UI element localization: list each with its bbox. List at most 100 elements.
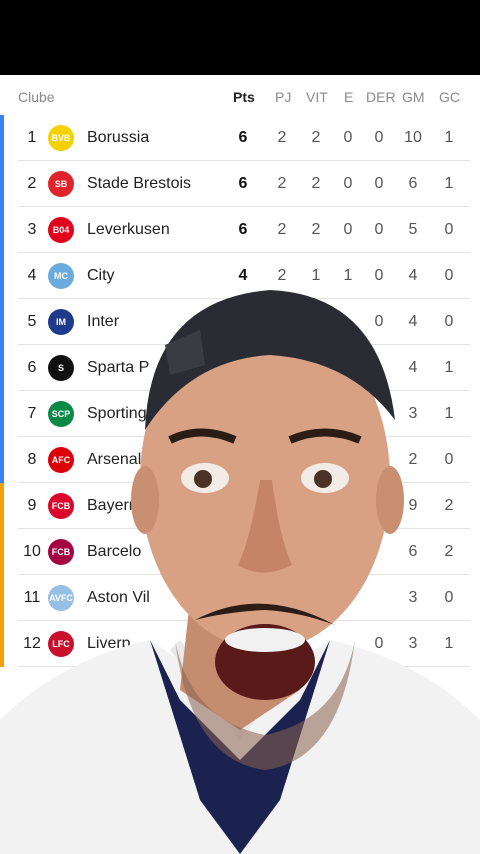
stat-gm: 3 <box>408 405 418 422</box>
qualification-bar <box>0 299 4 345</box>
row-divider <box>18 666 470 667</box>
row-position: 3 <box>27 221 37 238</box>
qualification-bar <box>0 391 4 437</box>
qualification-bar <box>0 575 4 621</box>
row-position: 10 <box>23 543 41 560</box>
table-row[interactable]: 7 SCP Sporting 3 1 <box>0 391 480 437</box>
club-crest-icon: FCB <box>48 493 74 519</box>
club-name: Sparta P <box>87 359 150 376</box>
stat-gc: 1 <box>444 129 454 146</box>
club-name: Sporting <box>87 405 147 422</box>
stat-gc: 0 <box>444 589 454 606</box>
qualification-bar <box>0 161 4 207</box>
club-name: Aston Vil <box>87 589 150 606</box>
top-black-bar <box>0 0 480 75</box>
header-e: E <box>344 89 354 105</box>
qualification-bar <box>0 437 4 483</box>
stat-gc: 0 <box>444 221 454 238</box>
club-name: Liverp <box>87 635 131 652</box>
club-crest-icon: SB <box>48 171 74 197</box>
header-gc: GC <box>439 89 460 105</box>
stat-vit: 2 <box>311 221 321 238</box>
club-name: Arsenal <box>87 451 142 468</box>
stat-gm: 5 <box>408 221 418 238</box>
row-position: 5 <box>27 313 37 330</box>
row-position: 2 <box>27 175 37 192</box>
club-name: Stade Brestois <box>87 175 192 192</box>
stat-pts: 6 <box>238 221 248 238</box>
stat-pj: 2 <box>277 175 287 192</box>
table-row[interactable]: 5 IM Inter 0 4 0 <box>0 299 480 345</box>
table-row[interactable]: 1 BVB Borussia 6 2 2 0 0 10 1 <box>0 115 480 161</box>
stat-gc: 1 <box>444 405 454 422</box>
club-crest-icon: SCP <box>48 401 74 427</box>
header-pts: Pts <box>233 89 255 105</box>
header-gm: GM <box>402 89 425 105</box>
club-name: City <box>87 267 115 284</box>
row-position: 12 <box>23 635 41 652</box>
qualification-bar <box>0 345 4 391</box>
standings-table: Clube Pts PJ VIT E DER GM GC 1 BVB Borussi… <box>0 75 480 854</box>
qualification-bar <box>0 529 4 575</box>
stat-gm: 10 <box>404 129 422 146</box>
table-row[interactable]: 4 MC City 4 2 1 1 0 4 0 <box>0 253 480 299</box>
stat-der: 0 <box>374 129 384 146</box>
club-name: Borussia <box>87 129 150 146</box>
stat-vit: 1 <box>311 267 321 284</box>
qualification-bar <box>0 253 4 299</box>
stat-gm: 4 <box>408 313 418 330</box>
club-name: Bayern <box>87 497 138 514</box>
table-row[interactable]: 8 AFC Arsenal 2 0 <box>0 437 480 483</box>
stat-vit: 2 <box>311 175 321 192</box>
stat-der: 0 <box>374 635 384 652</box>
table-header: Clube Pts PJ VIT E DER GM GC <box>0 75 480 115</box>
club-crest-icon: AFC <box>48 447 74 473</box>
stat-pts: 4 <box>238 267 248 284</box>
stat-e: 0 <box>343 129 353 146</box>
row-position: 9 <box>27 497 37 514</box>
table-row[interactable]: 11 AVFC Aston Vil 3 0 <box>0 575 480 621</box>
stat-e: 1 <box>343 267 353 284</box>
table-row[interactable]: 6 S Sparta P 4 1 <box>0 345 480 391</box>
header-club: Clube <box>18 89 55 105</box>
qualification-bar <box>0 483 4 529</box>
stat-der: 0 <box>374 267 384 284</box>
stat-pj: 2 <box>277 129 287 146</box>
stat-der: 0 <box>374 221 384 238</box>
stat-gm: 4 <box>408 267 418 284</box>
stat-gm: 3 <box>408 589 418 606</box>
club-crest-icon: BVB <box>48 125 74 151</box>
stat-pts: 6 <box>238 129 248 146</box>
club-crest-icon: S <box>48 355 74 381</box>
row-position: 7 <box>27 405 37 422</box>
row-position: 6 <box>27 359 37 376</box>
stat-der: 0 <box>374 175 384 192</box>
stat-vit: 2 <box>311 129 321 146</box>
header-pj: PJ <box>275 89 292 105</box>
stat-e: 0 <box>343 221 353 238</box>
stat-gm: 4 <box>408 359 418 376</box>
stat-gc: 1 <box>444 175 454 192</box>
row-position: 1 <box>27 129 37 146</box>
table-row[interactable]: 3 B04 Leverkusen 6 2 2 0 0 5 0 <box>0 207 480 253</box>
club-crest-icon: IM <box>48 309 74 335</box>
club-crest-icon: FCB <box>48 539 74 565</box>
qualification-bar <box>0 115 4 161</box>
table-row[interactable]: 9 FCB Bayern 9 2 <box>0 483 480 529</box>
stat-gc: 1 <box>444 635 454 652</box>
stat-gm: 3 <box>408 635 418 652</box>
stat-gc: 1 <box>444 359 454 376</box>
table-row[interactable]: 10 FCB Barcelo 6 2 <box>0 529 480 575</box>
stat-gm: 2 <box>408 451 418 468</box>
table-row[interactable]: 2 SB Stade Brestois 6 2 2 0 0 6 1 <box>0 161 480 207</box>
header-vit: VIT <box>306 89 328 105</box>
header-der: DER <box>366 89 396 105</box>
stat-gc: 0 <box>444 313 454 330</box>
table-row[interactable]: 12 LFC Liverp 0 3 1 <box>0 621 480 667</box>
stat-pj: 2 <box>277 267 287 284</box>
row-position: 4 <box>27 267 37 284</box>
club-crest-icon: LFC <box>48 631 74 657</box>
stat-e: 0 <box>343 175 353 192</box>
stat-gm: 6 <box>408 175 418 192</box>
qualification-bar <box>0 207 4 253</box>
